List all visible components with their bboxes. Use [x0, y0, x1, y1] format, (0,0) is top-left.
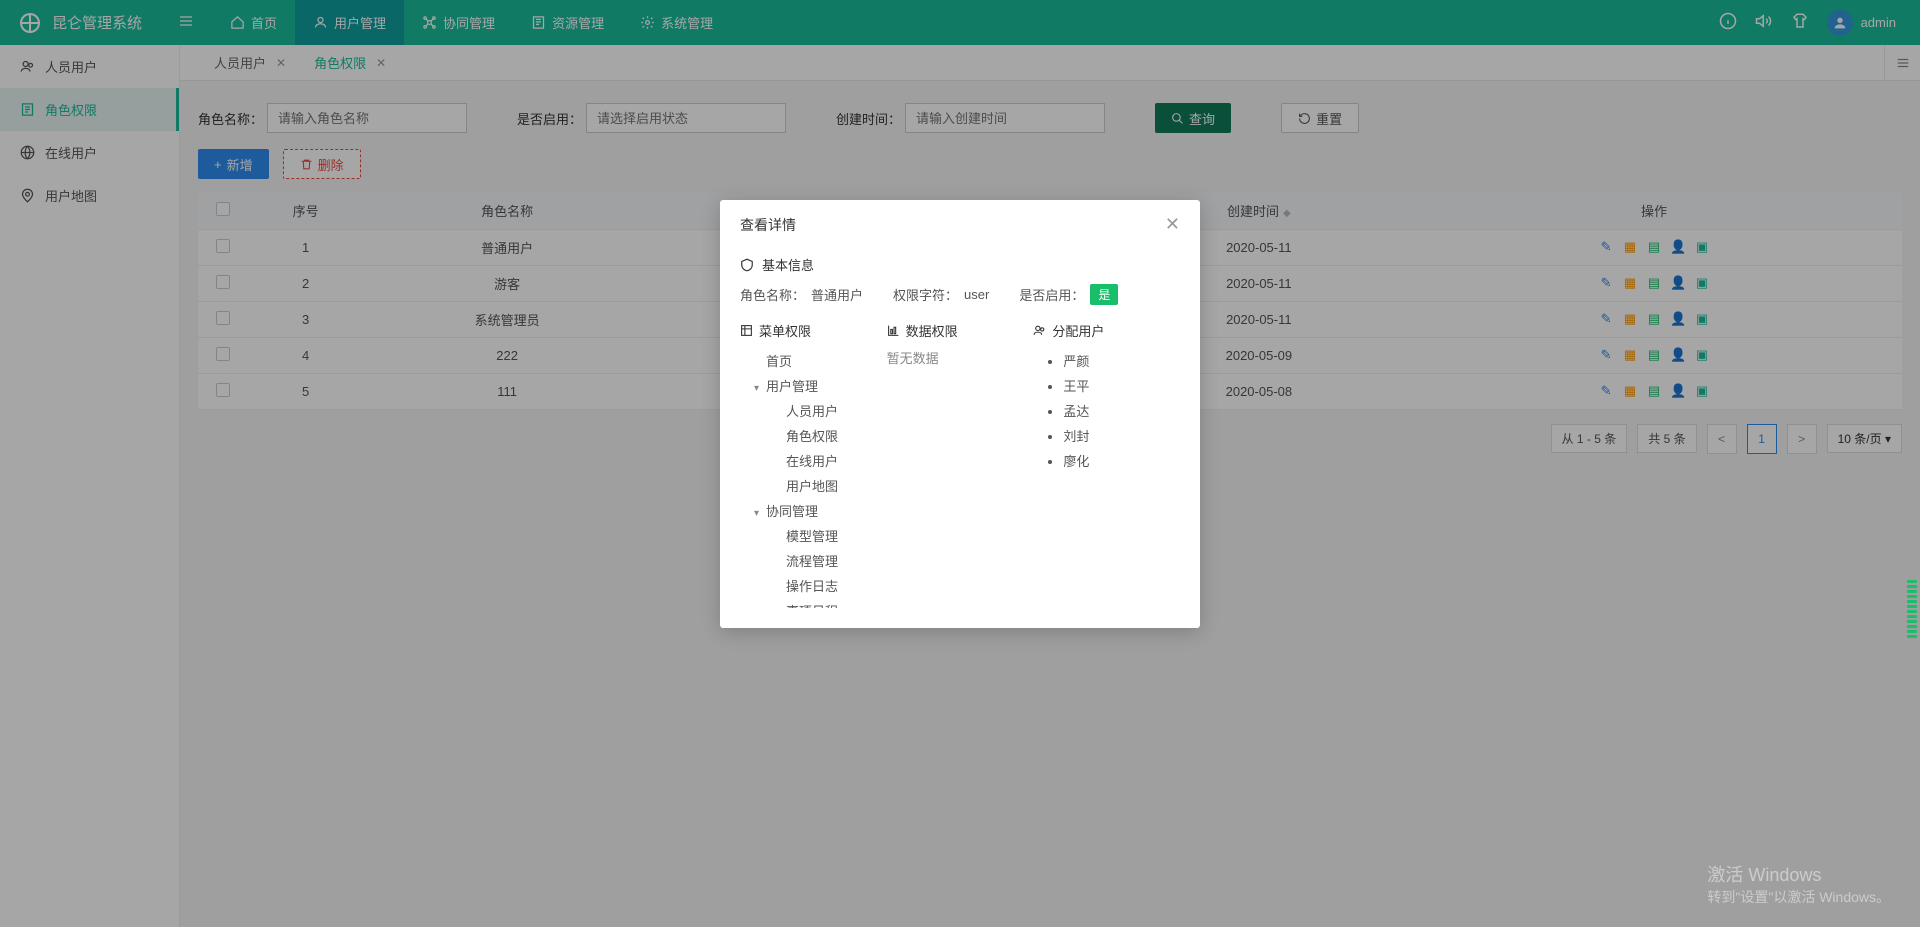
tree-node[interactable]: 模型管理 [740, 523, 881, 548]
tree-node[interactable]: 人员用户 [740, 398, 881, 423]
tree-node[interactable]: 事项日程 [740, 598, 881, 608]
assigned-user: 王平 [1063, 373, 1180, 398]
modal-enabled-badge: 是 [1090, 284, 1118, 305]
tree-node[interactable]: ▾用户管理 [740, 373, 881, 398]
assigned-user: 刘封 [1063, 423, 1180, 448]
assigned-user: 廖化 [1063, 448, 1180, 473]
modal-perm-label: 权限字符： [893, 285, 958, 304]
tree-node[interactable]: ▾协同管理 [740, 498, 881, 523]
data-perm-title: 数据权限 [887, 321, 1034, 340]
tree-node[interactable]: 用户地图 [740, 473, 881, 498]
tree-node[interactable]: 首页 [740, 348, 881, 373]
modal-overlay[interactable]: 查看详情 ✕ 基本信息 角色名称： 普通用户 权限字符： user 是否启用： 是 菜… [0, 0, 1920, 927]
modal-perm-value: user [964, 287, 989, 302]
tree-node[interactable]: 在线用户 [740, 448, 881, 473]
basic-info-title: 基本信息 [740, 255, 1180, 274]
modal-enabled-label: 是否启用： [1019, 285, 1084, 304]
tree-node[interactable]: 角色权限 [740, 423, 881, 448]
modal-role-label: 角色名称： [740, 285, 805, 304]
assigned-user-list: 严颜王平孟达刘封廖化 [1033, 348, 1180, 473]
modal-role-value: 普通用户 [811, 285, 863, 304]
assigned-user: 严颜 [1063, 348, 1180, 373]
sound-indicator [1906, 580, 1918, 660]
menu-perm-title: 菜单权限 [740, 321, 887, 340]
tree-node[interactable]: 操作日志 [740, 573, 881, 598]
data-perm-empty: 暂无数据 [887, 348, 1034, 367]
assigned-users-title: 分配用户 [1033, 321, 1180, 340]
detail-modal: 查看详情 ✕ 基本信息 角色名称： 普通用户 权限字符： user 是否启用： 是 菜… [720, 200, 1200, 628]
modal-close-button[interactable]: ✕ [1165, 214, 1180, 235]
menu-tree[interactable]: 首页▾用户管理人员用户角色权限在线用户用户地图▾协同管理模型管理流程管理操作日志… [740, 348, 887, 608]
modal-title: 查看详情 [740, 215, 796, 235]
tree-node[interactable]: 流程管理 [740, 548, 881, 573]
assigned-user: 孟达 [1063, 398, 1180, 423]
